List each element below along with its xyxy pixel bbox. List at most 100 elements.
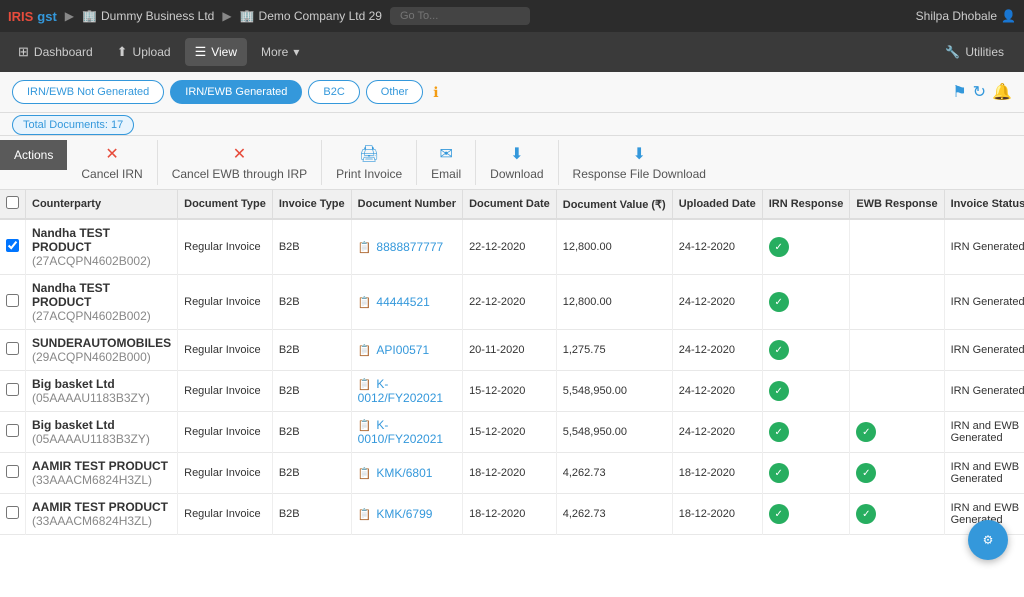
bell-icon[interactable]: 🔔 — [992, 82, 1012, 102]
row-invoice-status: IRN Generated — [944, 275, 1024, 330]
fab-button[interactable]: ⚙ — [968, 520, 1008, 560]
row-checkbox-cell[interactable] — [0, 453, 26, 494]
row-uploaded-date: 18-12-2020 — [672, 453, 762, 494]
row-checkbox-cell[interactable] — [0, 219, 26, 275]
tab-irn-generated[interactable]: IRN/EWB Generated — [170, 80, 302, 104]
download-icon: ⬇ — [510, 144, 523, 164]
row-invoice-status: IRN and EWB Generated — [944, 412, 1024, 453]
nav-utilities-label: Utilities — [965, 45, 1004, 59]
print-icon: 🖨 — [359, 144, 379, 164]
ewb-response-check: ✓ — [856, 422, 876, 442]
header-doc-type: Document Type — [178, 190, 273, 219]
row-counterparty: Nandha TEST PRODUCT (27ACQPN4602B002) — [26, 275, 178, 330]
row-checkbox[interactable] — [6, 342, 19, 355]
table-body: Nandha TEST PRODUCT (27ACQPN4602B002) Re… — [0, 219, 1024, 535]
row-doc-type: Regular Invoice — [178, 275, 273, 330]
row-checkbox-cell[interactable] — [0, 371, 26, 412]
doc-number-link[interactable]: 8888877777 — [376, 240, 443, 254]
row-invoice-type: B2B — [272, 330, 351, 371]
cancel-irn-action[interactable]: ✕ Cancel IRN — [67, 140, 157, 185]
response-file-action[interactable]: ⬇ Response File Download — [559, 140, 720, 185]
row-doc-number[interactable]: 📋 K-0010/FY202021 — [351, 412, 462, 453]
header-invoice-status: Invoice Status — [944, 190, 1024, 219]
row-doc-type: Regular Invoice — [178, 453, 273, 494]
row-checkbox-cell[interactable] — [0, 330, 26, 371]
row-checkbox-cell[interactable] — [0, 275, 26, 330]
topbar-sep1: ▶ — [65, 9, 74, 23]
nav-upload[interactable]: ⬆ Upload — [107, 38, 181, 66]
actions-button[interactable]: Actions — [0, 140, 67, 170]
tab-b2c[interactable]: B2C — [308, 80, 359, 104]
row-checkbox[interactable] — [6, 424, 19, 437]
row-checkbox[interactable] — [6, 294, 19, 307]
row-checkbox-cell[interactable] — [0, 494, 26, 535]
topbar-sep2: ▶ — [222, 9, 231, 23]
table-row: AAMIR TEST PRODUCT (33AAACM6824H3ZL) Reg… — [0, 494, 1024, 535]
tab-other[interactable]: Other — [366, 80, 424, 104]
row-doc-number[interactable]: 📋 44444521 — [351, 275, 462, 330]
filter-icon[interactable]: ⚑ — [952, 82, 966, 102]
doc-number-link[interactable]: KMK/6801 — [376, 466, 432, 480]
total-docs-badge: Total Documents: 17 — [12, 115, 134, 135]
nav-view[interactable]: ☰ View — [185, 38, 247, 66]
row-doc-number[interactable]: 📋 KMK/6799 — [351, 494, 462, 535]
ewb-response-check: ✓ — [856, 463, 876, 483]
row-checkbox-cell[interactable] — [0, 412, 26, 453]
header-uploaded-date: Uploaded Date — [672, 190, 762, 219]
row-irn-response: ✓ — [762, 371, 850, 412]
refresh-icon[interactable]: ↻ — [973, 82, 986, 102]
search-input[interactable] — [390, 7, 530, 25]
doc-icon: 📋 — [358, 468, 372, 480]
header-ewb-response: EWB Response — [850, 190, 944, 219]
row-checkbox[interactable] — [6, 239, 19, 252]
cancel-irn-label: Cancel IRN — [81, 167, 142, 181]
doc-number-link[interactable]: KMK/6799 — [376, 507, 432, 521]
nav-dashboard[interactable]: ⊞ Dashboard — [8, 38, 103, 66]
row-doc-number[interactable]: 📋 API00571 — [351, 330, 462, 371]
counterparty-gstin: (33AAACM6824H3ZL) — [32, 514, 171, 528]
row-checkbox[interactable] — [6, 506, 19, 519]
row-ewb-response — [850, 371, 944, 412]
chevron-down-icon: ▾ — [293, 45, 299, 59]
logo-blue: gst — [37, 9, 57, 24]
row-counterparty: SUNDERAUTOMOBILES (29ACQPN4602B000) — [26, 330, 178, 371]
row-doc-value: 12,800.00 — [556, 219, 672, 275]
table-row: AAMIR TEST PRODUCT (33AAACM6824H3ZL) Reg… — [0, 453, 1024, 494]
row-doc-date: 18-12-2020 — [463, 494, 557, 535]
counterparty-gstin: (05AAAAU1183B3ZY) — [32, 391, 171, 405]
row-uploaded-date: 24-12-2020 — [672, 412, 762, 453]
row-checkbox[interactable] — [6, 465, 19, 478]
row-checkbox[interactable] — [6, 383, 19, 396]
row-ewb-response: ✓ — [850, 453, 944, 494]
download-label: Download — [490, 167, 543, 181]
row-doc-date: 22-12-2020 — [463, 275, 557, 330]
row-doc-number[interactable]: 📋 K-0012/FY202021 — [351, 371, 462, 412]
row-doc-number[interactable]: 📋 8888877777 — [351, 219, 462, 275]
cancel-ewb-action[interactable]: ✕ Cancel EWB through IRP — [158, 140, 322, 185]
email-icon: ✉ — [439, 144, 452, 164]
doc-number-link[interactable]: 44444521 — [376, 295, 429, 309]
header-doc-number: Document Number — [351, 190, 462, 219]
row-doc-date: 20-11-2020 — [463, 330, 557, 371]
header-invoice-type: Invoice Type — [272, 190, 351, 219]
row-counterparty: Nandha TEST PRODUCT (27ACQPN4602B002) — [26, 219, 178, 275]
user-name: Shilpa Dhobale — [916, 9, 997, 23]
print-invoice-action[interactable]: 🖨 Print Invoice — [322, 140, 417, 185]
doc-number-link[interactable]: API00571 — [376, 343, 429, 357]
row-counterparty: AAMIR TEST PRODUCT (33AAACM6824H3ZL) — [26, 494, 178, 535]
row-irn-response: ✓ — [762, 219, 850, 275]
breadcrumb-company2[interactable]: 🏢 Demo Company Ltd 29 — [240, 9, 382, 23]
select-all-checkbox[interactable] — [6, 196, 19, 209]
email-action[interactable]: ✉ Email — [417, 140, 476, 185]
breadcrumb-company1[interactable]: 🏢 Dummy Business Ltd — [82, 9, 214, 23]
row-uploaded-date: 18-12-2020 — [672, 494, 762, 535]
nav-utilities[interactable]: 🔧 Utilities — [933, 39, 1016, 65]
irn-response-check: ✓ — [769, 504, 789, 524]
header-counterparty: Counterparty — [26, 190, 178, 219]
download-action[interactable]: ⬇ Download — [476, 140, 558, 185]
doc-icon: 📋 — [358, 509, 372, 521]
user-info: Shilpa Dhobale 👤 — [916, 9, 1016, 23]
nav-more[interactable]: More ▾ — [251, 39, 309, 65]
tab-irn-not-generated[interactable]: IRN/EWB Not Generated — [12, 80, 164, 104]
row-doc-number[interactable]: 📋 KMK/6801 — [351, 453, 462, 494]
